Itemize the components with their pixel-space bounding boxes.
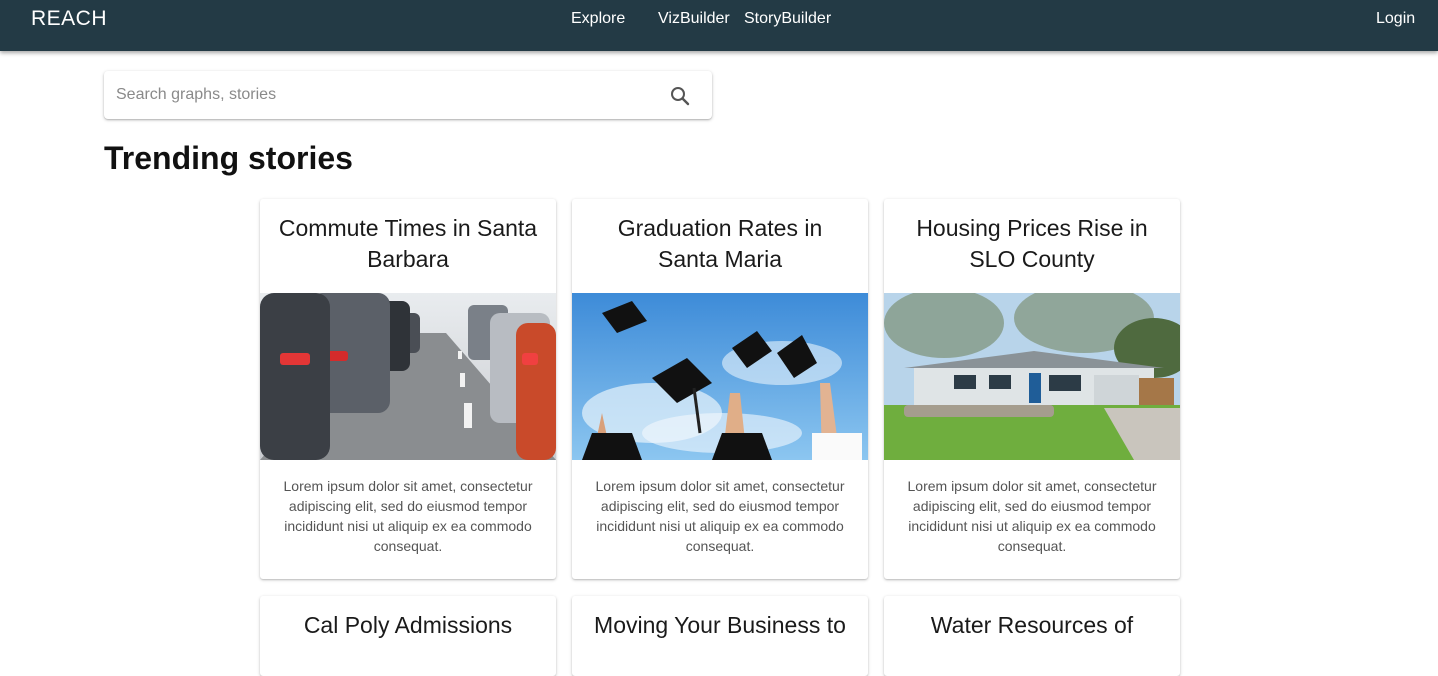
traffic-photo	[260, 293, 556, 460]
story-card-description: Lorem ipsum dolor sit amet, consectetur …	[907, 478, 1157, 554]
brand-logo[interactable]: REACH	[31, 7, 107, 31]
story-card[interactable]: Commute Times in Santa Barbara Lorem ips…	[260, 199, 556, 579]
story-card[interactable]: Cal Poly Admissions	[260, 596, 556, 676]
story-card-description: Lorem ipsum dolor sit amet, consectetur …	[595, 478, 845, 554]
story-card-title[interactable]: Graduation Rates in Santa Maria	[572, 213, 868, 275]
story-card[interactable]: Moving Your Business to	[572, 596, 868, 676]
story-card-title[interactable]: Housing Prices Rise in SLO County	[884, 213, 1180, 275]
story-card-title[interactable]: Water Resources of	[884, 610, 1180, 641]
story-card-title[interactable]: Moving Your Business to	[572, 610, 868, 641]
nav-vizbuilder[interactable]: VizBuilder	[658, 10, 730, 28]
graduation-caps-photo	[572, 293, 868, 460]
search-icon[interactable]	[668, 84, 692, 108]
story-card-title[interactable]: Cal Poly Admissions	[260, 610, 556, 641]
search-input[interactable]	[116, 81, 656, 109]
house-photo	[884, 293, 1180, 460]
story-card[interactable]: Graduation Rates in Santa Maria Lorem ip…	[572, 199, 868, 579]
nav-explore[interactable]: Explore	[571, 10, 625, 28]
top-nav-bar: REACH Explore VizBuilder StoryBuilder Lo…	[0, 0, 1438, 51]
nav-storybuilder[interactable]: StoryBuilder	[744, 10, 831, 28]
story-card[interactable]: Water Resources of	[884, 596, 1180, 676]
story-card-title[interactable]: Commute Times in Santa Barbara	[260, 213, 556, 275]
section-title: Trending stories	[104, 140, 353, 176]
search-box	[104, 71, 712, 119]
login-link[interactable]: Login	[1376, 10, 1415, 28]
story-card[interactable]: Housing Prices Rise in SLO County Lorem …	[884, 199, 1180, 579]
story-card-description: Lorem ipsum dolor sit amet, consectetur …	[283, 478, 533, 554]
